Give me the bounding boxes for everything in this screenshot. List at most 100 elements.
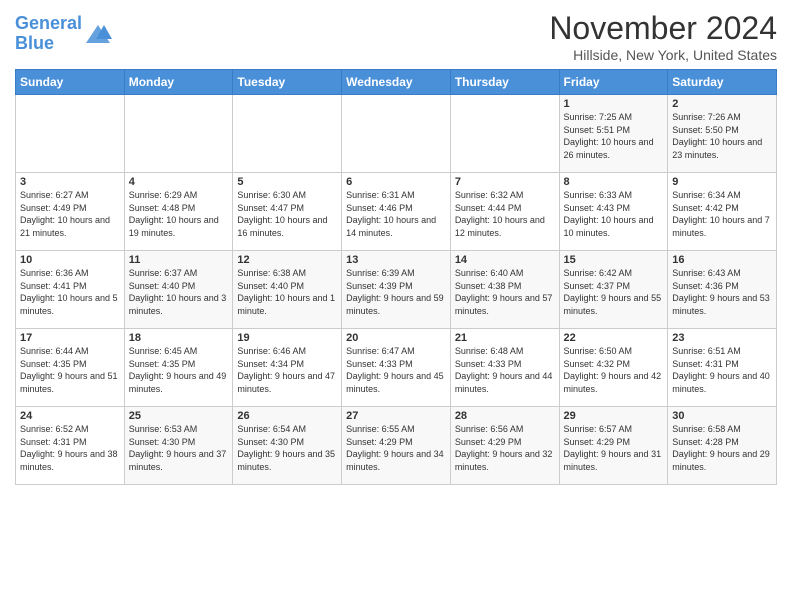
day-cell	[16, 95, 125, 173]
day-cell: 3Sunrise: 6:27 AM Sunset: 4:49 PM Daylig…	[16, 173, 125, 251]
day-info: Sunrise: 6:36 AM Sunset: 4:41 PM Dayligh…	[20, 267, 120, 317]
day-number: 4	[129, 176, 229, 188]
day-cell: 4Sunrise: 6:29 AM Sunset: 4:48 PM Daylig…	[124, 173, 233, 251]
day-cell	[342, 95, 451, 173]
day-cell: 2Sunrise: 7:26 AM Sunset: 5:50 PM Daylig…	[668, 95, 777, 173]
day-number: 11	[129, 254, 229, 266]
day-cell: 16Sunrise: 6:43 AM Sunset: 4:36 PM Dayli…	[668, 251, 777, 329]
day-number: 17	[20, 332, 120, 344]
day-number: 14	[455, 254, 555, 266]
calendar-body: 1Sunrise: 7:25 AM Sunset: 5:51 PM Daylig…	[16, 95, 777, 485]
day-cell: 12Sunrise: 6:38 AM Sunset: 4:40 PM Dayli…	[233, 251, 342, 329]
day-info: Sunrise: 6:39 AM Sunset: 4:39 PM Dayligh…	[346, 267, 446, 317]
day-cell: 20Sunrise: 6:47 AM Sunset: 4:33 PM Dayli…	[342, 329, 451, 407]
day-number: 10	[20, 254, 120, 266]
day-info: Sunrise: 6:56 AM Sunset: 4:29 PM Dayligh…	[455, 423, 555, 473]
day-number: 25	[129, 410, 229, 422]
day-cell: 17Sunrise: 6:44 AM Sunset: 4:35 PM Dayli…	[16, 329, 125, 407]
day-number: 30	[672, 410, 772, 422]
day-cell: 19Sunrise: 6:46 AM Sunset: 4:34 PM Dayli…	[233, 329, 342, 407]
day-info: Sunrise: 6:29 AM Sunset: 4:48 PM Dayligh…	[129, 189, 229, 239]
day-cell: 13Sunrise: 6:39 AM Sunset: 4:39 PM Dayli…	[342, 251, 451, 329]
day-cell: 18Sunrise: 6:45 AM Sunset: 4:35 PM Dayli…	[124, 329, 233, 407]
day-cell: 26Sunrise: 6:54 AM Sunset: 4:30 PM Dayli…	[233, 407, 342, 485]
calendar-header: SundayMondayTuesdayWednesdayThursdayFrid…	[16, 70, 777, 95]
day-number: 15	[564, 254, 664, 266]
day-info: Sunrise: 6:45 AM Sunset: 4:35 PM Dayligh…	[129, 345, 229, 395]
day-info: Sunrise: 6:38 AM Sunset: 4:40 PM Dayligh…	[237, 267, 337, 317]
day-number: 28	[455, 410, 555, 422]
day-info: Sunrise: 6:52 AM Sunset: 4:31 PM Dayligh…	[20, 423, 120, 473]
day-cell: 30Sunrise: 6:58 AM Sunset: 4:28 PM Dayli…	[668, 407, 777, 485]
day-number: 12	[237, 254, 337, 266]
day-cell: 9Sunrise: 6:34 AM Sunset: 4:42 PM Daylig…	[668, 173, 777, 251]
header-cell-tuesday: Tuesday	[233, 70, 342, 95]
day-number: 6	[346, 176, 446, 188]
day-info: Sunrise: 6:33 AM Sunset: 4:43 PM Dayligh…	[564, 189, 664, 239]
day-info: Sunrise: 6:42 AM Sunset: 4:37 PM Dayligh…	[564, 267, 664, 317]
day-info: Sunrise: 6:51 AM Sunset: 4:31 PM Dayligh…	[672, 345, 772, 395]
day-number: 5	[237, 176, 337, 188]
day-number: 13	[346, 254, 446, 266]
day-cell	[450, 95, 559, 173]
header-row: SundayMondayTuesdayWednesdayThursdayFrid…	[16, 70, 777, 95]
day-info: Sunrise: 6:55 AM Sunset: 4:29 PM Dayligh…	[346, 423, 446, 473]
header-cell-saturday: Saturday	[668, 70, 777, 95]
day-number: 1	[564, 98, 664, 110]
day-info: Sunrise: 6:31 AM Sunset: 4:46 PM Dayligh…	[346, 189, 446, 239]
day-cell	[124, 95, 233, 173]
day-cell: 1Sunrise: 7:25 AM Sunset: 5:51 PM Daylig…	[559, 95, 668, 173]
day-cell: 28Sunrise: 6:56 AM Sunset: 4:29 PM Dayli…	[450, 407, 559, 485]
day-cell: 23Sunrise: 6:51 AM Sunset: 4:31 PM Dayli…	[668, 329, 777, 407]
logo-text: General Blue	[15, 14, 82, 54]
week-row-1: 3Sunrise: 6:27 AM Sunset: 4:49 PM Daylig…	[16, 173, 777, 251]
day-number: 18	[129, 332, 229, 344]
day-info: Sunrise: 6:44 AM Sunset: 4:35 PM Dayligh…	[20, 345, 120, 395]
day-number: 8	[564, 176, 664, 188]
day-cell	[233, 95, 342, 173]
day-info: Sunrise: 6:34 AM Sunset: 4:42 PM Dayligh…	[672, 189, 772, 239]
day-number: 21	[455, 332, 555, 344]
header-cell-wednesday: Wednesday	[342, 70, 451, 95]
logo: General Blue	[15, 14, 112, 54]
header: General Blue November 2024 Hillside, New…	[15, 10, 777, 63]
day-info: Sunrise: 6:46 AM Sunset: 4:34 PM Dayligh…	[237, 345, 337, 395]
day-cell: 14Sunrise: 6:40 AM Sunset: 4:38 PM Dayli…	[450, 251, 559, 329]
day-cell: 10Sunrise: 6:36 AM Sunset: 4:41 PM Dayli…	[16, 251, 125, 329]
day-info: Sunrise: 6:54 AM Sunset: 4:30 PM Dayligh…	[237, 423, 337, 473]
day-number: 20	[346, 332, 446, 344]
header-cell-monday: Monday	[124, 70, 233, 95]
calendar-table: SundayMondayTuesdayWednesdayThursdayFrid…	[15, 69, 777, 485]
week-row-0: 1Sunrise: 7:25 AM Sunset: 5:51 PM Daylig…	[16, 95, 777, 173]
day-number: 23	[672, 332, 772, 344]
day-info: Sunrise: 6:37 AM Sunset: 4:40 PM Dayligh…	[129, 267, 229, 317]
day-number: 9	[672, 176, 772, 188]
day-cell: 11Sunrise: 6:37 AM Sunset: 4:40 PM Dayli…	[124, 251, 233, 329]
day-number: 3	[20, 176, 120, 188]
day-number: 29	[564, 410, 664, 422]
day-cell: 25Sunrise: 6:53 AM Sunset: 4:30 PM Dayli…	[124, 407, 233, 485]
day-cell: 15Sunrise: 6:42 AM Sunset: 4:37 PM Dayli…	[559, 251, 668, 329]
day-info: Sunrise: 6:30 AM Sunset: 4:47 PM Dayligh…	[237, 189, 337, 239]
day-info: Sunrise: 6:58 AM Sunset: 4:28 PM Dayligh…	[672, 423, 772, 473]
day-info: Sunrise: 6:27 AM Sunset: 4:49 PM Dayligh…	[20, 189, 120, 239]
day-number: 24	[20, 410, 120, 422]
day-info: Sunrise: 6:57 AM Sunset: 4:29 PM Dayligh…	[564, 423, 664, 473]
day-cell: 7Sunrise: 6:32 AM Sunset: 4:44 PM Daylig…	[450, 173, 559, 251]
day-number: 2	[672, 98, 772, 110]
week-row-2: 10Sunrise: 6:36 AM Sunset: 4:41 PM Dayli…	[16, 251, 777, 329]
page-container: General Blue November 2024 Hillside, New…	[0, 0, 792, 495]
day-info: Sunrise: 6:40 AM Sunset: 4:38 PM Dayligh…	[455, 267, 555, 317]
day-number: 7	[455, 176, 555, 188]
header-cell-thursday: Thursday	[450, 70, 559, 95]
header-cell-sunday: Sunday	[16, 70, 125, 95]
day-info: Sunrise: 6:32 AM Sunset: 4:44 PM Dayligh…	[455, 189, 555, 239]
day-info: Sunrise: 6:53 AM Sunset: 4:30 PM Dayligh…	[129, 423, 229, 473]
day-number: 26	[237, 410, 337, 422]
day-info: Sunrise: 7:26 AM Sunset: 5:50 PM Dayligh…	[672, 111, 772, 161]
day-cell: 27Sunrise: 6:55 AM Sunset: 4:29 PM Dayli…	[342, 407, 451, 485]
day-cell: 5Sunrise: 6:30 AM Sunset: 4:47 PM Daylig…	[233, 173, 342, 251]
day-number: 27	[346, 410, 446, 422]
day-cell: 24Sunrise: 6:52 AM Sunset: 4:31 PM Dayli…	[16, 407, 125, 485]
day-number: 22	[564, 332, 664, 344]
